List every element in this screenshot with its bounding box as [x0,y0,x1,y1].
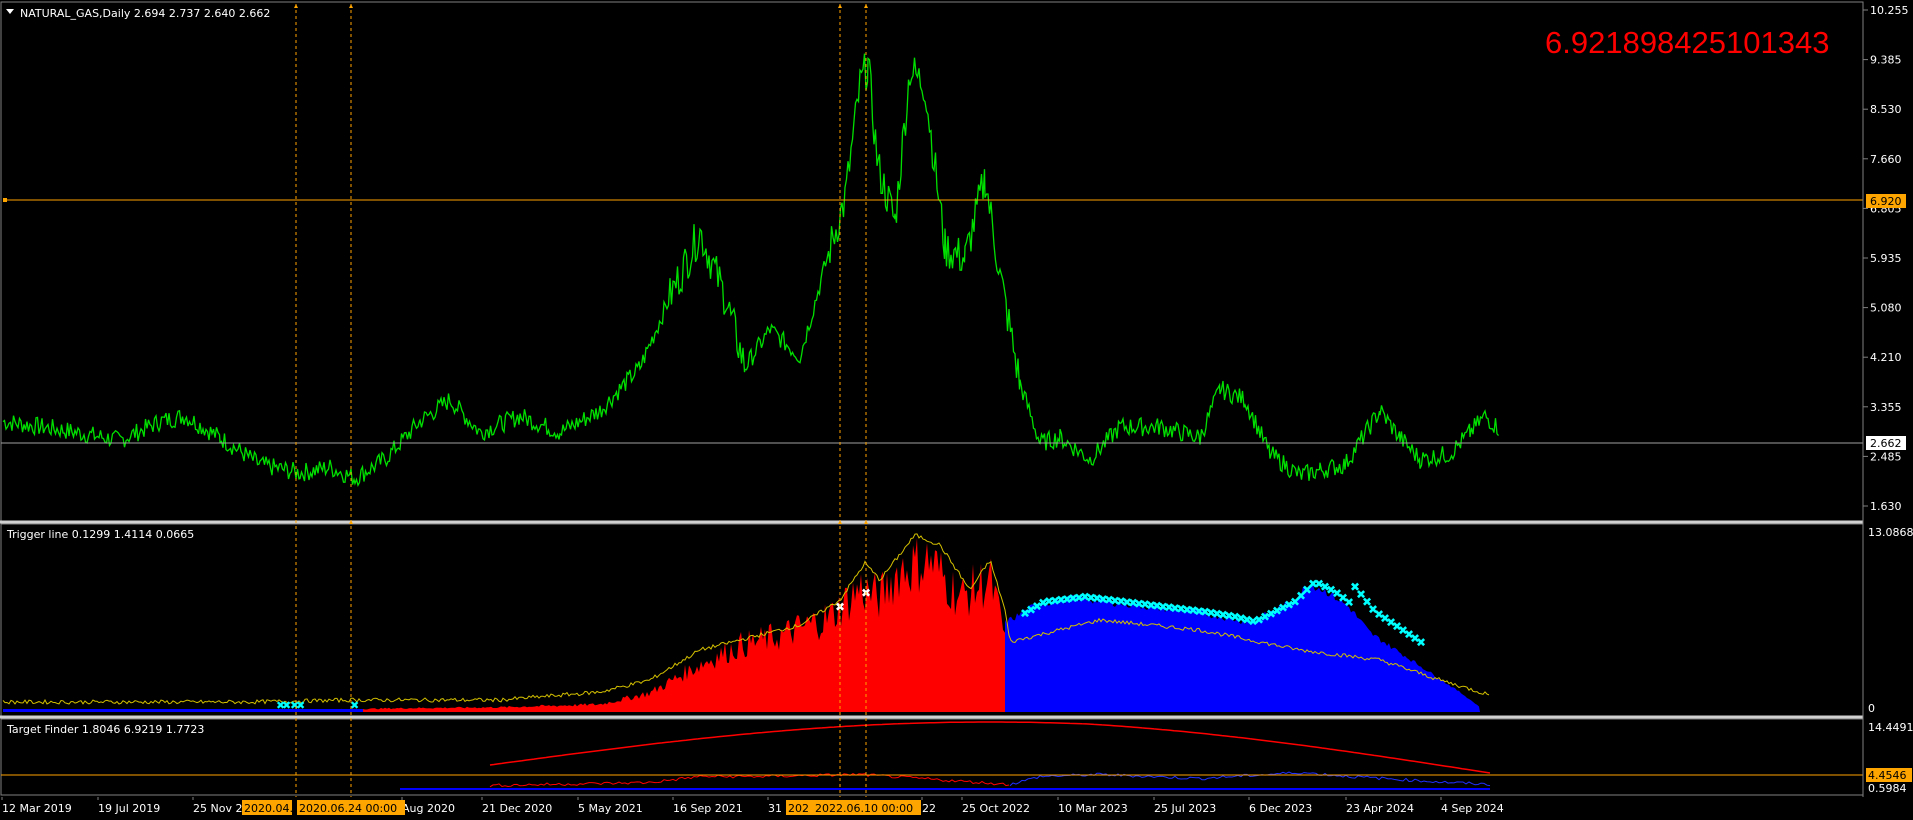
trigger-cyan-marker: ✖ [296,699,305,712]
price-tick-label: 10.255 [1870,4,1909,17]
trigger-title: Trigger line 0.1299 1.4114 0.0665 [6,528,194,541]
time-tag-text-4: 2022.06.10 00:00 [815,802,913,815]
time-axis: 12 Mar 2019 19 Jul 2019 25 Nov 2 Aug 2020 21… [1,797,1504,815]
time-tag-text-3: 202 [788,802,809,815]
time-axis-label: 19 Jul 2019 [98,802,160,815]
price-tick-label: 3.355 [1870,401,1902,414]
time-axis-label: 23 Apr 2024 [1346,802,1414,815]
price-tick-label: 8.530 [1870,103,1902,116]
time-axis-label: 12 Mar 2019 [2,802,72,815]
time-axis-label: 10 Mar 2023 [1058,802,1128,815]
orange-price-tag-text: 6.920 [1870,195,1902,208]
time-axis-label: 6 Dec 2023 [1249,802,1312,815]
price-tick-label: 9.385 [1870,54,1902,67]
chart-title: NATURAL_GAS,Daily 2.694 2.737 2.640 2.66… [20,7,270,20]
time-tag-text-2: 2020.06.24 00:00 [299,802,397,815]
time-axis-label: 4 Sep 2024 [1441,802,1504,815]
trigger-axis-bottom: 0 [1868,702,1875,715]
price-tick-label: 5.080 [1870,302,1902,315]
time-axis-label: 25 Oct 2022 [962,802,1030,815]
target-axis-top: 14.4491 [1868,721,1913,734]
trigger-cyan-marker: ✖ [1344,596,1354,610]
time-axis-label: 31 [768,802,782,815]
trigger-cyan-marker: ✖ [1416,636,1426,650]
target-axis-bottom: 0.5984 [1868,782,1907,795]
trigger-axis-top: 13.0868 [1868,526,1913,539]
price-tick-label: 1.630 [1870,500,1902,513]
target-panel[interactable] [0,718,1864,796]
overlay-value: 6.921898425101343 [1545,25,1829,60]
bid-price-tag-text: 2.662 [1870,437,1902,450]
orange-line-handle[interactable] [3,198,7,202]
price-tick-label: 5.935 [1870,252,1902,265]
price-tick-label: 2.485 [1870,450,1902,463]
target-title: Target Finder 1.8046 6.9219 1.7723 [6,723,204,736]
time-tag-text-1: 2020.04. [244,802,293,815]
chart-canvas[interactable]: ✖✖✖✖✖✖✖✖✖✖✖✖✖✖✖✖✖✖✖✖✖✖✖✖✖✖✖✖✖✖✖✖✖✖✖✖✖✖✖✖… [0,0,1913,820]
trigger-blue-strip [3,709,363,712]
price-tick-label: 4.210 [1870,351,1902,364]
time-axis-label: 21 Dec 2020 [482,802,552,815]
time-axis-label: 5 May 2021 [578,802,643,815]
time-axis-label: 25 Jul 2023 [1154,802,1216,815]
time-axis-label: 16 Sep 2021 [673,802,743,815]
time-axis-label: 22 [922,802,936,815]
time-axis-label: 25 Nov 2 [193,802,242,815]
target-orange-tag-text: 4.4546 [1868,769,1907,782]
time-axis-label: Aug 2020 [402,802,455,815]
price-tick-label: 7.660 [1870,153,1902,166]
